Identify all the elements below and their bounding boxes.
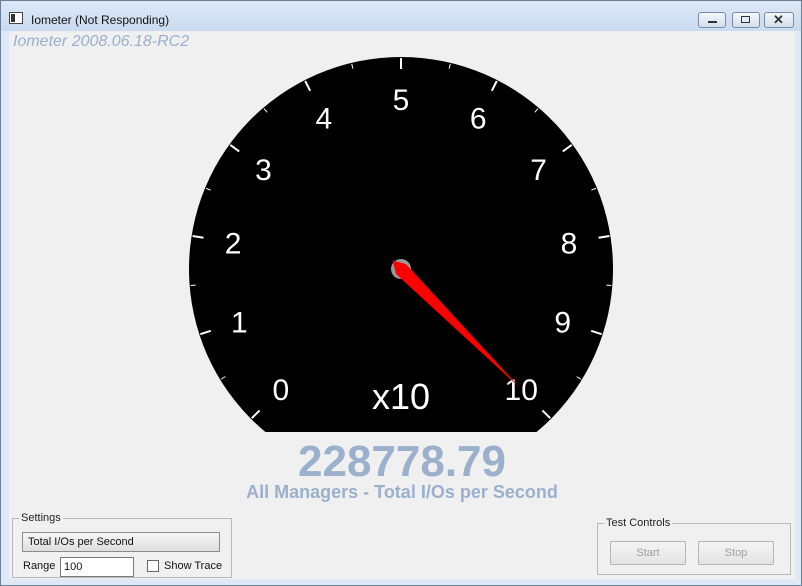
reading-value: 228778.79 bbox=[298, 437, 506, 486]
test-controls-legend: Test Controls bbox=[606, 517, 671, 529]
title-bar[interactable]: Iometer (Not Responding) ✕ bbox=[1, 1, 801, 31]
app-window: Iometer (Not Responding) ✕ Iometer 2008.… bbox=[0, 0, 802, 586]
reading-caption: All Managers - Total I/Os per Second bbox=[246, 482, 558, 502]
scale-label: 1 bbox=[231, 307, 248, 340]
range-label: Range bbox=[23, 560, 56, 572]
range-input[interactable]: 100 bbox=[60, 557, 134, 577]
settings-legend: Settings bbox=[21, 512, 61, 524]
scale-label: 6 bbox=[470, 103, 487, 136]
maximize-icon bbox=[741, 16, 750, 23]
test-controls-group: Test Controls Start Stop bbox=[597, 517, 791, 575]
app-icon bbox=[9, 12, 23, 24]
close-button[interactable]: ✕ bbox=[764, 12, 794, 28]
close-icon: ✕ bbox=[773, 12, 784, 27]
scale-label: 7 bbox=[530, 154, 547, 187]
scale-label: 9 bbox=[554, 307, 571, 340]
scale-label: 4 bbox=[315, 103, 332, 136]
client-area: Iometer 2008.06.18-RC2 0 1 2 3 4 5 6 7 8 9 10 x10 2… bbox=[9, 31, 795, 579]
metric-select[interactable]: Total I/Os per Second bbox=[22, 532, 220, 552]
minimize-button[interactable] bbox=[698, 12, 726, 28]
multiplier-label: x10 bbox=[372, 376, 430, 417]
start-button[interactable]: Start bbox=[610, 541, 686, 565]
gauge-dial: 0 1 2 3 4 5 6 7 8 9 10 x10 bbox=[189, 57, 613, 433]
scale-label: 0 bbox=[272, 374, 289, 407]
window-title: Iometer (Not Responding) bbox=[31, 13, 170, 27]
show-trace-checkbox[interactable] bbox=[147, 560, 159, 572]
scale-label: 3 bbox=[255, 154, 272, 187]
minimize-icon bbox=[708, 21, 717, 23]
maximize-button[interactable] bbox=[732, 12, 760, 28]
scale-label: 8 bbox=[561, 227, 578, 260]
stop-button[interactable]: Stop bbox=[698, 541, 774, 565]
scale-label: 2 bbox=[225, 227, 242, 260]
settings-group: Settings Total I/Os per Second Range 100… bbox=[12, 512, 232, 578]
scale-label: 10 bbox=[505, 374, 538, 407]
scale-label: 5 bbox=[393, 84, 410, 117]
show-trace-label[interactable]: Show Trace bbox=[164, 560, 222, 572]
